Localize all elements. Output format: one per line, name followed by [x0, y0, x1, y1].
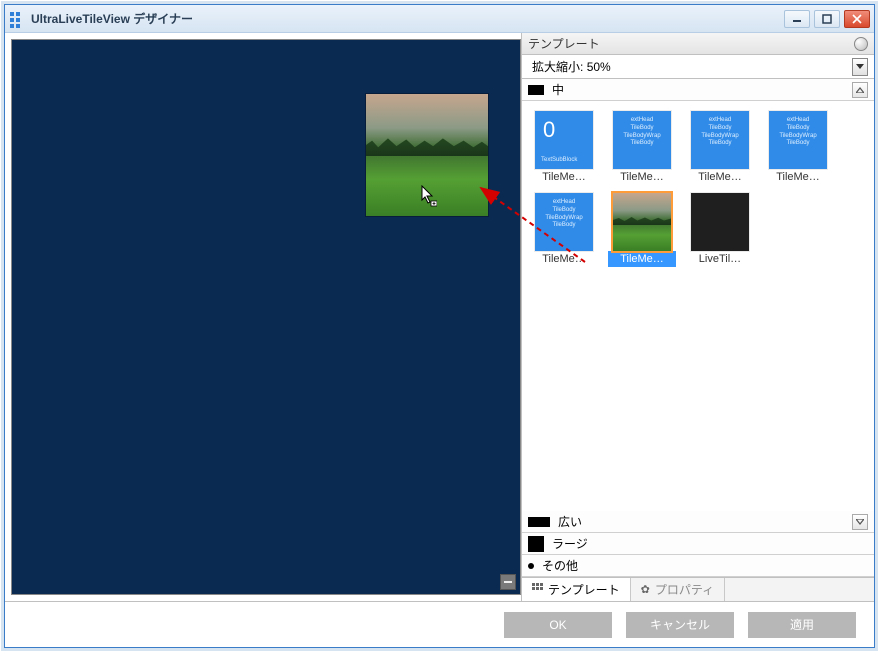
- tile-item-1[interactable]: extHeadTileBodyTileBodyWrapTileBodyTileM…: [608, 111, 676, 185]
- tile-thumb: extHeadTileBodyTileBodyWrapTileBody: [769, 111, 827, 169]
- tab-properties-label: プロパティ: [655, 581, 714, 598]
- tab-templates[interactable]: テンプレート: [522, 578, 631, 601]
- tile-thumb: extHeadTileBodyTileBodyWrapTileBody: [535, 193, 593, 251]
- grid-icon: [532, 583, 543, 597]
- app-icon: [9, 11, 25, 27]
- button-bar: OK キャンセル 適用: [5, 601, 874, 647]
- tile-thumb: extHeadTileBodyTileBodyWrapTileBody: [613, 111, 671, 169]
- zoom-dropdown-button[interactable]: [852, 58, 868, 76]
- titlebar: UltraLiveTileView デザイナー: [5, 5, 874, 33]
- zoom-row: 拡大縮小: 50%: [522, 55, 874, 79]
- chevron-down-icon: [856, 519, 864, 525]
- zoom-combo[interactable]: 拡大縮小: 50%: [528, 58, 848, 76]
- tile-label: TileMe…: [608, 169, 676, 185]
- cancel-button[interactable]: キャンセル: [626, 612, 734, 638]
- chevron-up-icon: [856, 87, 864, 93]
- tile-label: TileMe…: [686, 169, 754, 185]
- tile-thumb: 0TextSubBlock: [535, 111, 593, 169]
- window-title: UltraLiveTileView デザイナー: [31, 10, 784, 27]
- tile-item-5[interactable]: TileMe…: [608, 193, 676, 267]
- minimize-button[interactable]: [784, 10, 810, 28]
- zoom-value: 50%: [587, 60, 611, 74]
- section-large-label: ラージ: [552, 535, 588, 552]
- templates-header: テンプレート: [522, 33, 874, 55]
- section-medium-label: 中: [552, 81, 564, 98]
- section-wide-label: 広い: [558, 513, 582, 530]
- medium-swatch-icon: [528, 85, 544, 95]
- tile-thumb: [691, 193, 749, 251]
- section-other-label: その他: [542, 557, 578, 574]
- close-icon: [852, 14, 862, 24]
- tile-thumb: [613, 193, 671, 251]
- canvas-collapse-button[interactable]: [500, 574, 516, 590]
- large-swatch-icon: [528, 536, 544, 552]
- close-button[interactable]: [844, 10, 870, 28]
- tile-label: TileMe…: [764, 169, 832, 185]
- section-other[interactable]: その他: [522, 555, 874, 577]
- minus-icon: [503, 577, 513, 587]
- zoom-label: 拡大縮小:: [532, 58, 583, 75]
- section-large[interactable]: ラージ: [522, 533, 874, 555]
- tile-thumb: extHeadTileBodyTileBodyWrapTileBody: [691, 111, 749, 169]
- section-wide[interactable]: 広い: [522, 511, 874, 533]
- scroll-up-button[interactable]: [852, 82, 868, 98]
- scroll-down-button[interactable]: [852, 514, 868, 530]
- tiles-area: 0TextSubBlockTileMe…extHeadTileBodyTileB…: [522, 101, 874, 511]
- tile-label: LiveTil…: [686, 251, 754, 267]
- pin-button[interactable]: [854, 37, 868, 51]
- tabs-row: テンプレート ✿ プロパティ: [522, 577, 874, 601]
- tile-label: TileMe…: [530, 251, 598, 267]
- chevron-down-icon: [856, 64, 864, 70]
- tile-label: TileMe…: [530, 169, 598, 185]
- tile-item-3[interactable]: extHeadTileBodyTileBodyWrapTileBodyTileM…: [764, 111, 832, 185]
- design-canvas[interactable]: [11, 39, 521, 595]
- minimize-icon: [792, 15, 802, 23]
- canvas-panel: [5, 33, 521, 601]
- designer-window: UltraLiveTileView デザイナー: [4, 4, 875, 648]
- templates-header-label: テンプレート: [528, 35, 600, 52]
- tile-item-0[interactable]: 0TextSubBlockTileMe…: [530, 111, 598, 185]
- ok-button[interactable]: OK: [504, 612, 612, 638]
- tab-templates-label: テンプレート: [548, 581, 620, 598]
- tile-item-2[interactable]: extHeadTileBodyTileBodyWrapTileBodyTileM…: [686, 111, 754, 185]
- dragged-tile-preview: [366, 94, 488, 216]
- gear-icon: ✿: [641, 583, 650, 596]
- tab-properties[interactable]: ✿ プロパティ: [631, 578, 726, 601]
- tile-item-4[interactable]: extHeadTileBodyTileBodyWrapTileBodyTileM…: [530, 193, 598, 267]
- apply-button[interactable]: 適用: [748, 612, 856, 638]
- maximize-icon: [822, 14, 832, 24]
- tile-label: TileMe…: [608, 251, 676, 267]
- templates-panel: テンプレート 拡大縮小: 50% 中: [521, 33, 874, 601]
- tile-item-6[interactable]: LiveTil…: [686, 193, 754, 267]
- section-medium[interactable]: 中: [522, 79, 874, 101]
- maximize-button[interactable]: [814, 10, 840, 28]
- other-swatch-icon: [528, 563, 534, 569]
- wide-swatch-icon: [528, 517, 550, 527]
